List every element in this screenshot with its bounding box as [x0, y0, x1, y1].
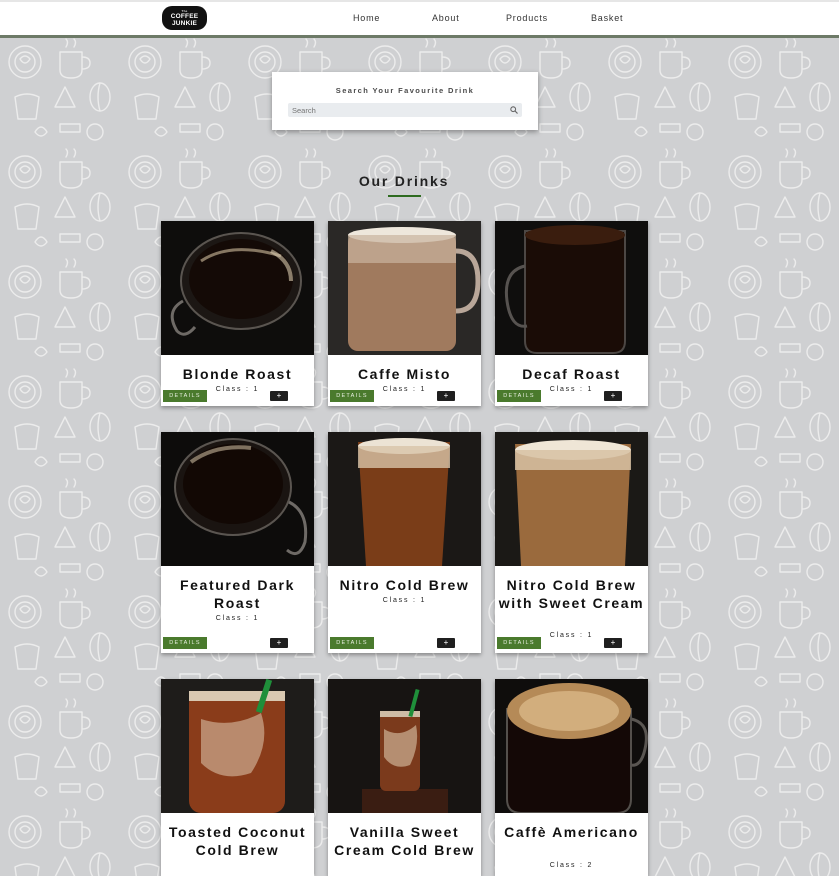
drink-image-caffe-americano	[495, 679, 648, 813]
add-to-basket-button[interactable]: +	[604, 391, 622, 401]
drink-name: Featured Dark Roast	[180, 577, 295, 611]
search-title: Search Your Favourite Drink	[335, 86, 475, 95]
drink-class: Class : 1	[382, 597, 427, 604]
details-button[interactable]: DETAILS	[163, 637, 207, 649]
section-title: Our Drinks	[358, 173, 450, 189]
drink-card-featured-dark-roast: Featured Dark Roast Class : 1 DETAILS +	[161, 432, 314, 653]
search-input[interactable]	[290, 103, 504, 117]
nav-products-link[interactable]: Products	[506, 13, 548, 23]
drink-name: Nitro Cold Brew with Sweet Cream	[498, 577, 645, 611]
drink-card-nitro-cold-brew: Nitro Cold Brew Class : 1 DETAILS +	[328, 432, 481, 653]
drink-image-vanilla-sweet-cream-cold-brew	[328, 679, 481, 813]
drink-name: Decaf Roast	[522, 366, 621, 382]
drink-name: Blonde Roast	[182, 366, 293, 382]
drink-name: Toasted Coconut Cold Brew	[168, 824, 307, 858]
drink-name: Caffè Americano	[504, 824, 639, 840]
navbar-top-line	[0, 0, 839, 2]
logo-text-junkie: JUNKIE	[171, 19, 198, 27]
add-to-basket-button[interactable]: +	[604, 638, 622, 648]
drink-card-blonde-roast: Blonde Roast Class : 1 DETAILS +	[161, 221, 314, 406]
drink-image-nitro-cold-brew-sweet-cream	[495, 432, 648, 566]
search-icon[interactable]	[510, 106, 518, 114]
details-button[interactable]: DETAILS	[497, 637, 541, 649]
title-underline	[388, 195, 421, 197]
drink-image-nitro-cold-brew	[328, 432, 481, 566]
logo-text-coffee: COFFEE	[170, 12, 199, 20]
drink-image-featured-dark-roast	[161, 432, 314, 566]
search-field[interactable]	[288, 103, 522, 117]
add-to-basket-button[interactable]: +	[437, 638, 455, 648]
drink-card-vanilla-sweet-cream-cold-brew: Vanilla Sweet Cream Cold Brew	[328, 679, 481, 876]
top-navbar: The COFFEE JUNKIE Home About Products Ba…	[0, 0, 839, 38]
drink-image-decaf-roast	[495, 221, 648, 355]
drink-image-toasted-coconut-cold-brew	[161, 679, 314, 813]
drink-card-decaf-roast: Decaf Roast Class : 1 DETAILS +	[495, 221, 648, 406]
nav-basket-link[interactable]: Basket	[591, 13, 623, 23]
drink-class: Class : 2	[549, 862, 594, 869]
details-button[interactable]: DETAILS	[330, 637, 374, 649]
drink-name: Vanilla Sweet Cream Cold Brew	[334, 824, 475, 858]
drink-image-blonde-roast	[161, 221, 314, 355]
nav-home-link[interactable]: Home	[353, 13, 380, 23]
drink-card-toasted-coconut-cold-brew: Toasted Coconut Cold Brew	[161, 679, 314, 876]
drink-card-nitro-cold-brew-sweet-cream: Nitro Cold Brew with Sweet Cream Class :…	[495, 432, 648, 653]
nav-about-link[interactable]: About	[432, 13, 460, 23]
drink-card-caffe-misto: Caffe Misto Class : 1 DETAILS +	[328, 221, 481, 406]
details-button[interactable]: DETAILS	[497, 390, 541, 402]
search-panel: Search Your Favourite Drink	[272, 72, 538, 130]
add-to-basket-button[interactable]: +	[270, 391, 288, 401]
add-to-basket-button[interactable]: +	[437, 391, 455, 401]
drink-card-caffe-americano: Caffè Americano Class : 2	[495, 679, 648, 876]
details-button[interactable]: DETAILS	[330, 390, 374, 402]
drink-image-caffe-misto	[328, 221, 481, 355]
drink-name: Caffe Misto	[357, 366, 452, 382]
details-button[interactable]: DETAILS	[163, 390, 207, 402]
coffee-junkie-logo[interactable]: The COFFEE JUNKIE	[162, 6, 207, 30]
add-to-basket-button[interactable]: +	[270, 638, 288, 648]
drink-name: Nitro Cold Brew	[339, 577, 470, 593]
drink-class: Class : 1	[215, 615, 260, 622]
